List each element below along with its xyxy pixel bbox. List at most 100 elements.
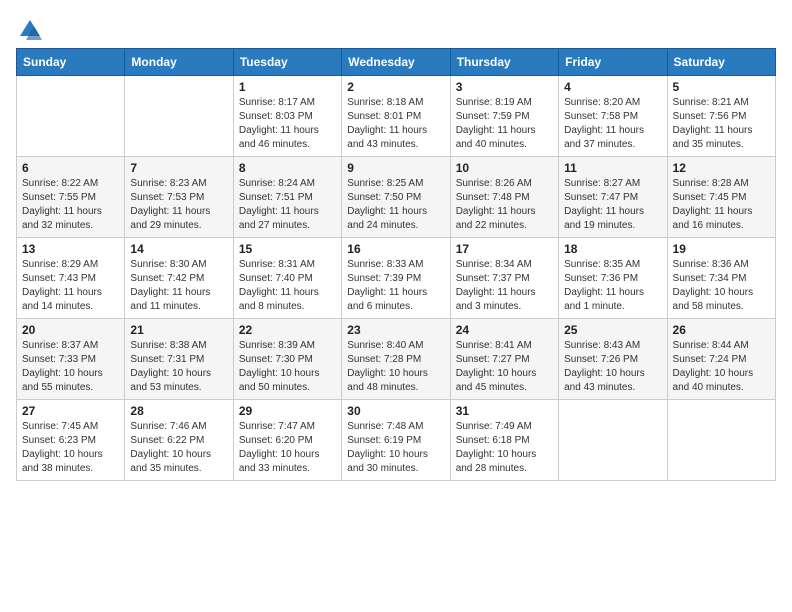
day-of-week-header: Thursday xyxy=(450,49,558,76)
calendar-cell: 18 Sunrise: 8:35 AMSunset: 7:36 PMDayligh… xyxy=(559,238,667,319)
calendar-cell: 11Sunrise: 8:27 AMSunset: 7:47 PMDayligh… xyxy=(559,157,667,238)
day-of-week-header: Friday xyxy=(559,49,667,76)
day-info: Sunrise: 7:45 AMSunset: 6:23 PMDaylight:… xyxy=(22,420,119,476)
day-info: Sunrise: 8:31 AMSunset: 7:40 PMDaylight:… xyxy=(239,258,336,314)
calendar-cell: 8Sunrise: 8:24 AMSunset: 7:51 PMDaylight… xyxy=(233,157,341,238)
day-info: Sunrise: 8:19 AMSunset: 7:59 PMDaylight:… xyxy=(456,96,553,152)
day-info: Sunrise: 8:22 AMSunset: 7:55 PMDaylight:… xyxy=(22,177,119,233)
day-number: 15 xyxy=(239,242,336,256)
calendar-cell: 13 Sunrise: 8:29 AMSunset: 7:43 PMDayligh… xyxy=(17,238,125,319)
day-number: 18 xyxy=(564,242,661,256)
day-of-week-header: Sunday xyxy=(17,49,125,76)
day-of-week-header: Tuesday xyxy=(233,49,341,76)
calendar-cell: 28 Sunrise: 7:46 AMSunset: 6:22 PMDayligh… xyxy=(125,400,233,481)
day-info: Sunrise: 8:27 AMSunset: 7:47 PMDaylight:… xyxy=(564,177,661,233)
day-number: 29 xyxy=(239,404,336,418)
calendar-week-row: 20 Sunrise: 8:37 AMSunset: 7:33 PMDayligh… xyxy=(17,319,776,400)
page-header xyxy=(16,16,776,44)
day-info: Sunrise: 8:37 AMSunset: 7:33 PMDaylight:… xyxy=(22,339,119,395)
day-number: 27 xyxy=(22,404,119,418)
day-number: 6 xyxy=(22,161,119,175)
calendar-cell: 26 Sunrise: 8:44 AMSunset: 7:24 PMDayligh… xyxy=(667,319,775,400)
calendar-cell: 6 Sunrise: 8:22 AMSunset: 7:55 PMDaylight… xyxy=(17,157,125,238)
calendar-cell: 14 Sunrise: 8:30 AMSunset: 7:42 PMDayligh… xyxy=(125,238,233,319)
day-number: 5 xyxy=(673,80,770,94)
calendar-cell xyxy=(559,400,667,481)
day-number: 4 xyxy=(564,80,661,94)
day-info: Sunrise: 8:17 AMSunset: 8:03 PMDaylight:… xyxy=(239,96,336,152)
day-number: 20 xyxy=(22,323,119,337)
day-info: Sunrise: 8:41 AMSunset: 7:27 PMDaylight:… xyxy=(456,339,553,395)
day-of-week-header: Wednesday xyxy=(342,49,450,76)
day-info: Sunrise: 8:28 AMSunset: 7:45 PMDaylight:… xyxy=(673,177,770,233)
day-number: 21 xyxy=(130,323,227,337)
day-info: Sunrise: 8:39 AMSunset: 7:30 PMDaylight:… xyxy=(239,339,336,395)
day-number: 14 xyxy=(130,242,227,256)
day-number: 1 xyxy=(239,80,336,94)
calendar-cell: 5 Sunrise: 8:21 AMSunset: 7:56 PMDaylight… xyxy=(667,76,775,157)
calendar-cell: 4 Sunrise: 8:20 AMSunset: 7:58 PMDaylight… xyxy=(559,76,667,157)
calendar-cell: 23 Sunrise: 8:40 AMSunset: 7:28 PMDayligh… xyxy=(342,319,450,400)
header-row: SundayMondayTuesdayWednesdayThursdayFrid… xyxy=(17,49,776,76)
calendar-table: SundayMondayTuesdayWednesdayThursdayFrid… xyxy=(16,48,776,481)
calendar-cell: 3 Sunrise: 8:19 AMSunset: 7:59 PMDaylight… xyxy=(450,76,558,157)
day-info: Sunrise: 8:35 AMSunset: 7:36 PMDaylight:… xyxy=(564,258,661,314)
day-number: 12 xyxy=(673,161,770,175)
day-of-week-header: Saturday xyxy=(667,49,775,76)
calendar-cell: 15 Sunrise: 8:31 AMSunset: 7:40 PMDayligh… xyxy=(233,238,341,319)
day-info: Sunrise: 8:33 AMSunset: 7:39 PMDaylight:… xyxy=(347,258,444,314)
day-number: 26 xyxy=(673,323,770,337)
day-info: Sunrise: 8:24 AMSunset: 7:51 PMDaylight:… xyxy=(239,177,336,233)
day-number: 16 xyxy=(347,242,444,256)
calendar-cell: 10 Sunrise: 8:26 AMSunset: 7:48 PMDayligh… xyxy=(450,157,558,238)
day-info: Sunrise: 8:36 AMSunset: 7:34 PMDaylight:… xyxy=(673,258,770,314)
day-info: Sunrise: 8:26 AMSunset: 7:48 PMDaylight:… xyxy=(456,177,553,233)
day-number: 9 xyxy=(347,161,444,175)
calendar-cell: 29Sunrise: 7:47 AMSunset: 6:20 PMDayligh… xyxy=(233,400,341,481)
day-number: 24 xyxy=(456,323,553,337)
day-number: 22 xyxy=(239,323,336,337)
calendar-week-row: 13 Sunrise: 8:29 AMSunset: 7:43 PMDayligh… xyxy=(17,238,776,319)
calendar-cell: 31Sunrise: 7:49 AMSunset: 6:18 PMDayligh… xyxy=(450,400,558,481)
calendar-cell: 9 Sunrise: 8:25 AMSunset: 7:50 PMDaylight… xyxy=(342,157,450,238)
calendar-week-row: 6 Sunrise: 8:22 AMSunset: 7:55 PMDaylight… xyxy=(17,157,776,238)
day-info: Sunrise: 8:34 AMSunset: 7:37 PMDaylight:… xyxy=(456,258,553,314)
calendar-cell: 12 Sunrise: 8:28 AMSunset: 7:45 PMDayligh… xyxy=(667,157,775,238)
day-number: 25 xyxy=(564,323,661,337)
calendar-cell xyxy=(125,76,233,157)
day-number: 2 xyxy=(347,80,444,94)
day-number: 28 xyxy=(130,404,227,418)
day-info: Sunrise: 8:44 AMSunset: 7:24 PMDaylight:… xyxy=(673,339,770,395)
day-info: Sunrise: 8:30 AMSunset: 7:42 PMDaylight:… xyxy=(130,258,227,314)
day-info: Sunrise: 8:25 AMSunset: 7:50 PMDaylight:… xyxy=(347,177,444,233)
calendar-cell: 21Sunrise: 8:38 AMSunset: 7:31 PMDayligh… xyxy=(125,319,233,400)
day-info: Sunrise: 7:48 AMSunset: 6:19 PMDaylight:… xyxy=(347,420,444,476)
day-number: 30 xyxy=(347,404,444,418)
day-number: 3 xyxy=(456,80,553,94)
day-info: Sunrise: 8:21 AMSunset: 7:56 PMDaylight:… xyxy=(673,96,770,152)
calendar-cell: 25Sunrise: 8:43 AMSunset: 7:26 PMDayligh… xyxy=(559,319,667,400)
day-number: 23 xyxy=(347,323,444,337)
day-of-week-header: Monday xyxy=(125,49,233,76)
day-number: 13 xyxy=(22,242,119,256)
day-info: Sunrise: 8:29 AMSunset: 7:43 PMDaylight:… xyxy=(22,258,119,314)
calendar-cell: 1 Sunrise: 8:17 AMSunset: 8:03 PMDaylight… xyxy=(233,76,341,157)
calendar-week-row: 1 Sunrise: 8:17 AMSunset: 8:03 PMDaylight… xyxy=(17,76,776,157)
calendar-body: 1 Sunrise: 8:17 AMSunset: 8:03 PMDaylight… xyxy=(17,76,776,481)
day-info: Sunrise: 7:46 AMSunset: 6:22 PMDaylight:… xyxy=(130,420,227,476)
day-info: Sunrise: 7:49 AMSunset: 6:18 PMDaylight:… xyxy=(456,420,553,476)
calendar-cell: 7Sunrise: 8:23 AMSunset: 7:53 PMDaylight… xyxy=(125,157,233,238)
day-info: Sunrise: 8:20 AMSunset: 7:58 PMDaylight:… xyxy=(564,96,661,152)
calendar-cell: 24 Sunrise: 8:41 AMSunset: 7:27 PMDayligh… xyxy=(450,319,558,400)
day-number: 10 xyxy=(456,161,553,175)
calendar-cell: 27 Sunrise: 7:45 AMSunset: 6:23 PMDayligh… xyxy=(17,400,125,481)
calendar-cell: 19Sunrise: 8:36 AMSunset: 7:34 PMDayligh… xyxy=(667,238,775,319)
calendar-cell: 2Sunrise: 8:18 AMSunset: 8:01 PMDaylight… xyxy=(342,76,450,157)
calendar-week-row: 27 Sunrise: 7:45 AMSunset: 6:23 PMDayligh… xyxy=(17,400,776,481)
calendar-cell: 20 Sunrise: 8:37 AMSunset: 7:33 PMDayligh… xyxy=(17,319,125,400)
calendar-cell: 17 Sunrise: 8:34 AMSunset: 7:37 PMDayligh… xyxy=(450,238,558,319)
day-info: Sunrise: 8:23 AMSunset: 7:53 PMDaylight:… xyxy=(130,177,227,233)
day-number: 17 xyxy=(456,242,553,256)
calendar-cell: 22 Sunrise: 8:39 AMSunset: 7:30 PMDayligh… xyxy=(233,319,341,400)
day-info: Sunrise: 8:40 AMSunset: 7:28 PMDaylight:… xyxy=(347,339,444,395)
